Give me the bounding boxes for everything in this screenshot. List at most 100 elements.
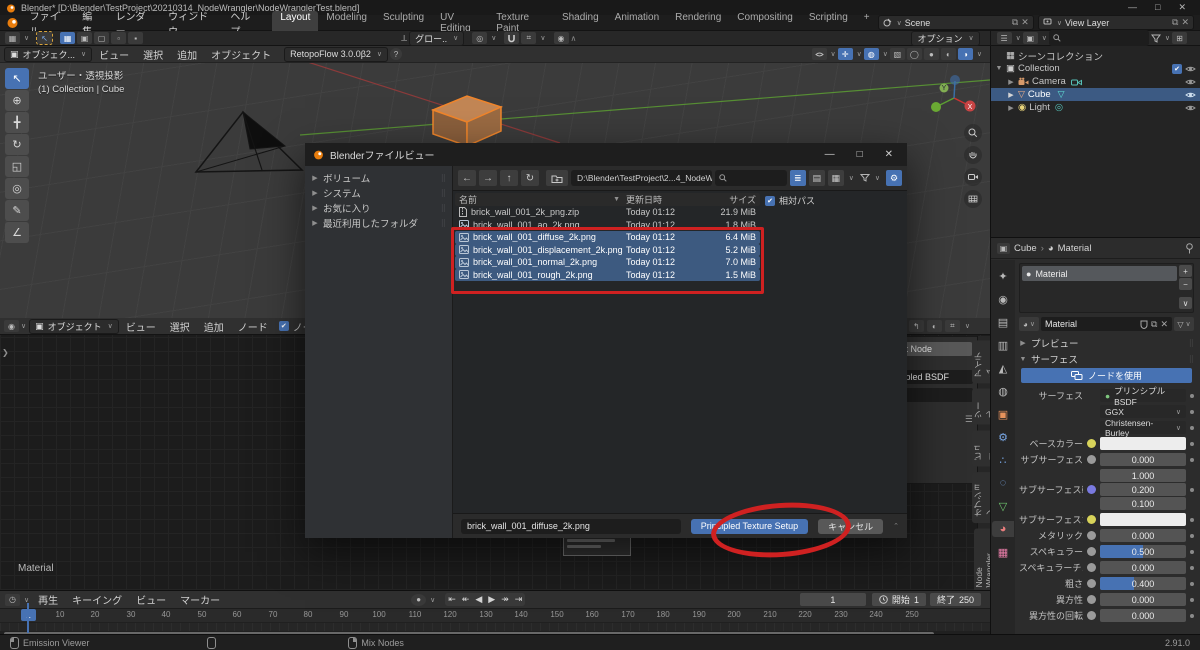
fake-user-shield-icon[interactable] <box>1140 320 1148 329</box>
new-collection-icon[interactable]: ⊞ <box>1172 32 1187 44</box>
snap-settings-icon[interactable]: ⌗ <box>521 32 537 44</box>
shading-material-icon[interactable]: ◐ <box>940 48 956 60</box>
viewport-menu-item[interactable]: ビュー <box>92 47 136 62</box>
shader-side-tab[interactable]: ツール <box>972 389 990 425</box>
properties-tab-icon[interactable]: ▥ <box>992 337 1014 353</box>
node-parent-icon[interactable]: ↰ <box>908 320 924 332</box>
unlink-icon[interactable]: ✕ <box>1160 319 1168 330</box>
settings-gear-button[interactable]: ⚙ <box>886 170 902 186</box>
editor-type-clock-icon[interactable]: ◷ <box>5 593 20 606</box>
select-mode-lasso[interactable]: ▫ <box>111 32 127 44</box>
cancel-button[interactable]: キャンセル <box>818 518 884 534</box>
playback-button[interactable]: ⇥ <box>515 594 523 605</box>
timeline-ruler[interactable]: 1102030405060708090100110120130140150160… <box>0 609 990 623</box>
properties-tab-icon[interactable]: ◉ <box>992 291 1014 307</box>
tool-button[interactable]: ↻ <box>5 134 29 155</box>
options-collapse-chevron[interactable]: ⌃ <box>893 522 899 530</box>
file-search-input[interactable] <box>714 170 787 186</box>
dialog-close-button[interactable]: ✕ <box>885 149 893 160</box>
record-button[interactable]: ● <box>411 593 427 606</box>
back-button[interactable]: ← <box>458 170 476 186</box>
path-field[interactable]: D:\Blender\TestProject\2...4_NodeWrangle… <box>571 170 712 186</box>
current-frame-field[interactable]: 1 <box>799 593 866 606</box>
file-row[interactable]: brick_wall_001_2k_png.zip Today 01:12 21… <box>455 206 760 219</box>
outliner-filter-type-icon[interactable]: ▣ <box>1022 32 1038 44</box>
subsurface-slider[interactable]: 0.000 <box>1100 453 1186 466</box>
outliner-row-scene-collection[interactable]: ▦ シーンコレクション <box>991 49 1200 63</box>
eye-icon[interactable] <box>1185 91 1196 99</box>
pan-hand-icon[interactable] <box>964 146 982 164</box>
help-icon[interactable]: ? <box>390 48 403 60</box>
panel-preview[interactable]: ▶ プレビュー ⣿ <box>1019 336 1194 350</box>
properties-tab-icon[interactable]: ◌ <box>992 475 1014 491</box>
value-slider[interactable]: 0.000 <box>1100 561 1186 574</box>
subsurface-method-dropdown[interactable]: Christensen-Burley ∨ <box>1100 418 1186 438</box>
distribution-dropdown[interactable]: GGX ∨ <box>1100 405 1186 418</box>
material-slot-list[interactable]: ● Material + − ∨ <box>1019 263 1194 313</box>
maximize-button[interactable]: □ <box>1155 2 1160 13</box>
collapsed-node[interactable] <box>563 536 631 556</box>
breadcrumb-material[interactable]: Material <box>1058 243 1092 254</box>
blender-logo-icon[interactable] <box>6 16 19 29</box>
pin-icon[interactable] <box>1185 242 1194 254</box>
falloff-icon[interactable]: ∧ <box>571 34 577 43</box>
proportional-editing-icon[interactable]: ◉ <box>553 32 569 44</box>
properties-tab-icon[interactable]: ▤ <box>992 314 1014 330</box>
timeline-menu-item[interactable]: 再生 <box>31 592 65 607</box>
filename-input[interactable]: brick_wall_001_diffuse_2k.png <box>461 518 681 534</box>
minimize-button[interactable]: — <box>1128 2 1137 13</box>
column-size[interactable]: サイズ <box>704 193 756 206</box>
filter-funnel-icon[interactable] <box>859 173 870 183</box>
properties-tab-icon[interactable]: ◍ <box>992 383 1014 399</box>
properties-tab-icon[interactable]: ⚙ <box>992 429 1014 445</box>
shader-mode-dropdown[interactable]: ▣ オブジェクト ∨ <box>29 318 119 334</box>
copy-icon[interactable]: ⧉ <box>1151 319 1157 330</box>
view-list-vertical-button[interactable]: ≣ <box>789 170 806 186</box>
select-mode-tweak[interactable]: ▦ <box>60 32 76 44</box>
outliner-row-camera[interactable]: ▶ Camera <box>991 75 1200 88</box>
view-list-horizontal-button[interactable]: ▤ <box>808 170 825 186</box>
eye-icon[interactable] <box>1185 65 1196 73</box>
playback-button[interactable]: ↠ <box>501 594 509 605</box>
camera-view-icon[interactable] <box>964 168 982 186</box>
forward-button[interactable]: → <box>479 170 497 186</box>
relative-path-option[interactable]: ✔ 相対パス <box>765 194 815 207</box>
transform-orientation-dropdown[interactable]: グロー.. ∨ <box>409 30 465 46</box>
properties-tab-icon[interactable]: ✦ <box>992 268 1014 284</box>
node-snap-icon[interactable]: ⌗ <box>944 320 960 332</box>
timeline-track-area[interactable] <box>0 623 990 631</box>
value-slider[interactable]: 0.500 <box>1100 545 1186 558</box>
panel-expand-arrow[interactable]: ❯ <box>2 348 9 357</box>
add-slot-button[interactable]: + <box>1179 265 1192 277</box>
select-mode-box[interactable]: ▣ <box>77 32 93 44</box>
tool-button[interactable]: ◱ <box>5 156 29 177</box>
viewport-menu-item[interactable]: 選択 <box>136 47 170 62</box>
value-slider[interactable]: 0.400 <box>1100 577 1186 590</box>
retopoflow-dropdown[interactable]: RetopoFlow 3.0.0β2 ∨ <box>284 46 389 62</box>
ortho-grid-icon[interactable] <box>964 190 982 208</box>
shader-side-tab[interactable]: アイテム <box>972 340 990 384</box>
outliner-row-cube[interactable]: ▶ ▽ Cube ▽ <box>991 88 1200 101</box>
outliner-row-light[interactable]: ▶ ◉ Light ◎ <box>991 101 1200 114</box>
shading-rendered-icon[interactable]: ◑ <box>957 48 973 60</box>
outliner-row-collection[interactable]: ▼ ▣ Collection ✔ <box>991 62 1200 75</box>
gizmos-icon[interactable]: ✛ <box>837 48 853 60</box>
object-visibility-icon[interactable] <box>811 48 827 60</box>
column-name[interactable]: 名前 ▼ <box>459 193 626 206</box>
file-row[interactable]: brick_wall_001_displacement_2k.png Today… <box>455 243 760 256</box>
properties-tab-icon[interactable]: ▽ <box>992 498 1014 514</box>
relative-path-checkbox[interactable]: ✔ <box>765 195 775 206</box>
zoom-icon[interactable] <box>964 124 982 142</box>
surface-shader-field[interactable]: ● プリンシプルBSDF <box>1100 386 1186 407</box>
shader-menu-item[interactable]: ビュー <box>119 319 163 334</box>
shader-menu-item[interactable]: 選択 <box>163 319 197 334</box>
outliner-display-mode-icon[interactable]: ☰ <box>996 32 1012 44</box>
dialog-title-bar[interactable]: Blenderファイルビュー — □ ✕ <box>305 143 907 166</box>
shader-side-tab[interactable]: ビュー <box>972 430 990 467</box>
playback-button[interactable]: ▶ <box>488 594 495 605</box>
tool-button[interactable]: ⊕ <box>5 90 29 111</box>
collection-checkbox[interactable]: ✔ <box>1172 63 1182 74</box>
file-row[interactable]: brick_wall_001_diffuse_2k.png Today 01:1… <box>455 231 760 244</box>
new-folder-button[interactable] <box>546 170 568 186</box>
value-slider[interactable]: 0.000 <box>1100 609 1186 622</box>
